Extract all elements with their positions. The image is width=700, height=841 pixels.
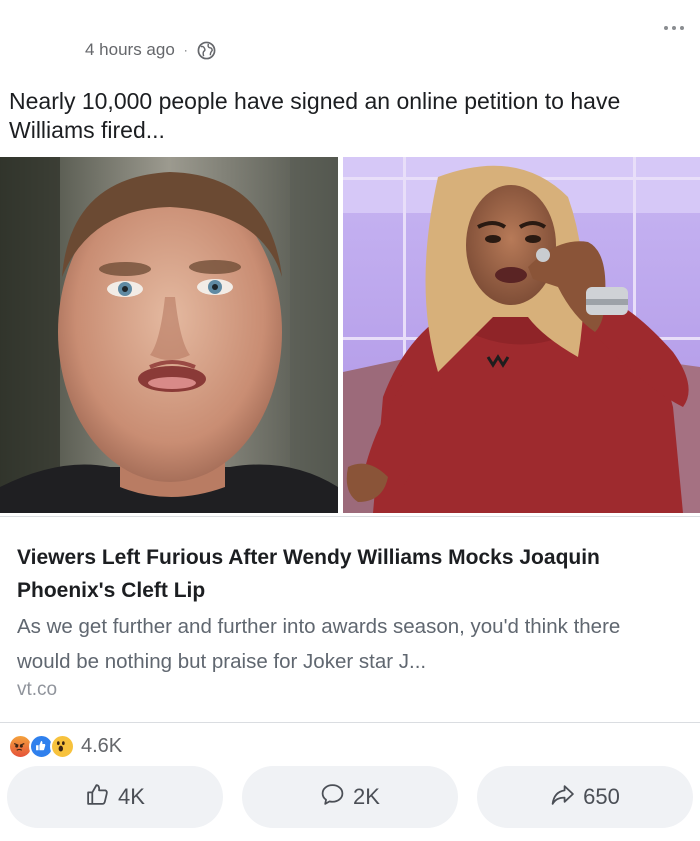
reaction-icons xyxy=(8,733,75,759)
post-images[interactable] xyxy=(0,157,700,513)
post-caption: Nearly 10,000 people have signed an onli… xyxy=(9,88,621,143)
more-options-icon[interactable] xyxy=(660,18,688,38)
reactions-summary[interactable]: 4.6K xyxy=(8,733,122,759)
globe-icon xyxy=(197,41,216,60)
like-icon xyxy=(85,782,110,813)
share-icon xyxy=(550,782,575,813)
wow-reaction-icon xyxy=(50,733,75,759)
share-button[interactable]: 650 xyxy=(477,766,693,828)
meta-separator: · xyxy=(183,43,188,57)
reaction-count: 4.6K xyxy=(81,734,123,757)
like-button[interactable]: 4K xyxy=(7,766,223,828)
link-domain: vt.co xyxy=(17,679,58,700)
photo-man-portrait[interactable] xyxy=(0,157,338,513)
comment-icon xyxy=(320,782,345,813)
post-header: 4 hours ago · xyxy=(0,0,700,80)
action-bar: 4K 2K 650 xyxy=(0,766,700,828)
post-meta: 4 hours ago · xyxy=(85,40,216,60)
comment-button[interactable]: 2K xyxy=(242,766,458,828)
link-title[interactable]: Viewers Left Furious After Wendy William… xyxy=(17,541,657,607)
link-description: As we get further and further into award… xyxy=(17,615,621,673)
share-count: 650 xyxy=(583,784,620,809)
photo-woman-studio[interactable] xyxy=(343,157,700,513)
post-timestamp[interactable]: 4 hours ago xyxy=(85,40,175,60)
link-preview-card[interactable]: Viewers Left Furious After Wendy William… xyxy=(0,516,700,723)
like-count: 4K xyxy=(118,784,145,809)
comment-count: 2K xyxy=(353,784,380,809)
post-card: 4 hours ago · Nearly 10,000 people have … xyxy=(0,0,700,841)
